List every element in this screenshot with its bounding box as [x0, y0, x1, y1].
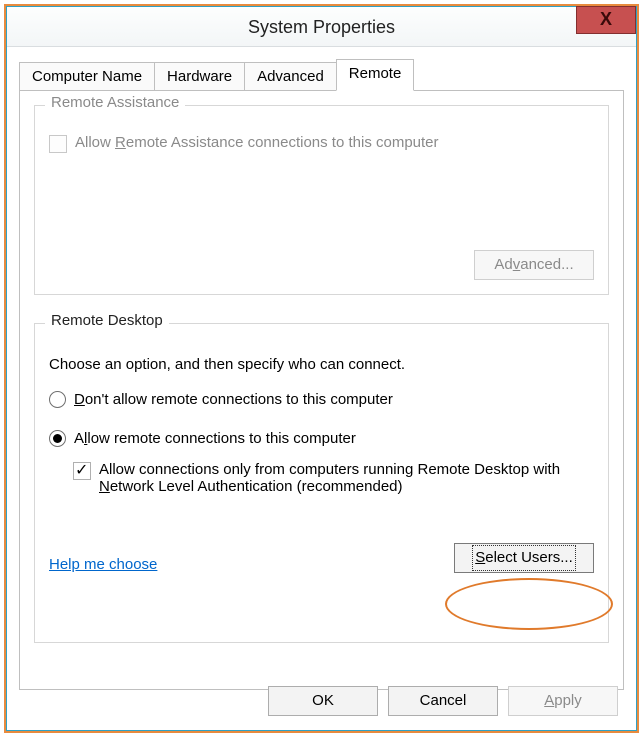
allow-remote-assistance-row: Allow Remote Assistance connections to t…	[49, 134, 594, 153]
remote-desktop-intro: Choose an option, and then specify who c…	[49, 356, 594, 373]
ok-button[interactable]: OK	[268, 686, 378, 716]
remote-assistance-advanced-button: Advanced...	[474, 250, 594, 280]
tab-computer-name[interactable]: Computer Name	[19, 62, 155, 90]
close-icon: X	[600, 9, 612, 29]
radio-dont-allow-row[interactable]: Don't allow remote connections to this c…	[49, 391, 594, 408]
annotation-ellipse	[445, 578, 613, 630]
tab-body-remote: Remote Assistance Allow Remote Assistanc…	[19, 91, 624, 690]
radio-allow-label: Allow remote connections to this compute…	[74, 430, 356, 447]
radio-dont-allow-label: Don't allow remote connections to this c…	[74, 391, 393, 408]
help-me-choose-link[interactable]: Help me choose	[49, 556, 157, 573]
system-properties-window: System Properties X Computer Name Hardwa…	[6, 6, 637, 731]
group-remote-desktop: Remote Desktop Choose an option, and the…	[34, 323, 609, 643]
group-remote-assistance-legend: Remote Assistance	[45, 94, 185, 111]
radio-allow[interactable]	[49, 430, 66, 447]
dialog-button-row: OK Cancel Apply	[268, 686, 618, 716]
cancel-button[interactable]: Cancel	[388, 686, 498, 716]
select-users-button[interactable]: Select Users...	[454, 543, 594, 573]
tab-hardware[interactable]: Hardware	[154, 62, 245, 90]
allow-remote-assistance-label: Allow Remote Assistance connections to t…	[75, 134, 439, 151]
radio-allow-row[interactable]: Allow remote connections to this compute…	[49, 430, 594, 447]
tab-remote[interactable]: Remote	[336, 59, 415, 91]
group-remote-desktop-legend: Remote Desktop	[45, 312, 169, 329]
apply-button: Apply	[508, 686, 618, 716]
nla-checkbox[interactable]	[73, 462, 91, 480]
group-remote-assistance: Remote Assistance Allow Remote Assistanc…	[34, 105, 609, 295]
titlebar: System Properties X	[7, 7, 636, 47]
nla-label: Allow connections only from computers ru…	[99, 461, 579, 495]
tab-strip: Computer Name Hardware Advanced Remote	[19, 59, 624, 91]
nla-row[interactable]: Allow connections only from computers ru…	[73, 461, 594, 495]
radio-dont-allow[interactable]	[49, 391, 66, 408]
window-title: System Properties	[7, 7, 636, 46]
tab-advanced[interactable]: Advanced	[244, 62, 337, 90]
allow-remote-assistance-checkbox	[49, 135, 67, 153]
close-button[interactable]: X	[576, 6, 636, 34]
